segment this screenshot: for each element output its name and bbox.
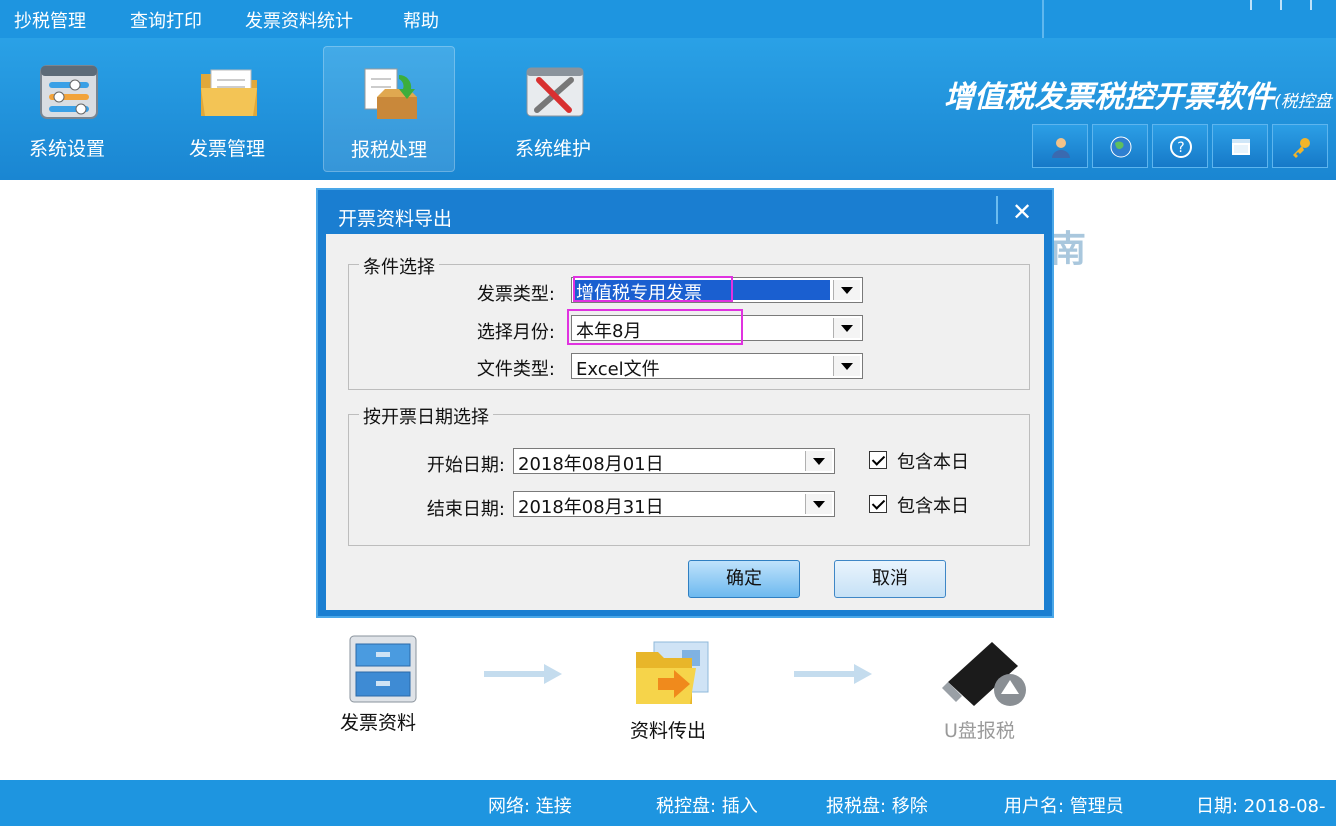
end-date-label: 结束日期:	[426, 499, 505, 520]
usb-drive-icon[interactable]	[940, 638, 1030, 712]
main-toolbar: 系统设置 发票管理 报税处理 系统维护 增值税发票税控开票软件(税控盘 ?	[0, 38, 1336, 180]
status-network: 网络: 连接	[488, 796, 572, 817]
flow-arrow-icon	[484, 664, 562, 684]
toolbar-tax-report[interactable]: 报税处理	[323, 46, 455, 172]
menu-item-help[interactable]: 帮助	[403, 7, 439, 33]
svg-text:?: ?	[1177, 140, 1184, 156]
tools-icon	[526, 67, 584, 117]
chevron-down-icon[interactable]	[805, 451, 832, 471]
cancel-button[interactable]: 取消	[834, 560, 946, 598]
transfer-folder-icon[interactable]	[634, 638, 712, 708]
file-type-label: 文件类型:	[476, 359, 555, 380]
file-type-select[interactable]: Excel文件	[571, 353, 863, 380]
toolbar-invoice-management[interactable]: 发票管理	[162, 46, 292, 170]
chevron-down-icon[interactable]	[833, 280, 860, 300]
end-date-picker[interactable]: 2018年08月31日	[513, 491, 835, 518]
menu-divider	[1042, 0, 1044, 38]
folder-icon	[201, 69, 257, 116]
start-date-picker[interactable]: 2018年08月01日	[513, 448, 835, 475]
window-button[interactable]	[1212, 124, 1268, 168]
month-label: 选择月份:	[476, 322, 555, 343]
tax-report-icon	[364, 68, 417, 119]
menu-item-invoice-stats[interactable]: 发票资料统计	[245, 7, 353, 33]
brand-suffix: (税控盘	[1274, 92, 1332, 112]
status-date: 日期: 2018-08-	[1196, 796, 1326, 817]
network-button[interactable]	[1092, 124, 1148, 168]
file-type-value: Excel文件	[576, 359, 660, 380]
minimize-control[interactable]	[1250, 0, 1252, 10]
flow-step-label-disabled: U盘报税	[944, 720, 1015, 742]
dialog-body: 条件选择 发票类型: 增值税专用发票 选择月份: 本年8月 文件类型: Exce…	[326, 234, 1044, 610]
menu-bar: 抄税管理 查询打印 发票资料统计 帮助	[0, 0, 1336, 38]
menu-item-copy-tax[interactable]: 抄税管理	[14, 7, 86, 33]
dialog-title: 开票资料导出	[338, 208, 453, 230]
start-date-label: 开始日期:	[426, 455, 505, 476]
flow-arrow-icon	[794, 664, 872, 684]
status-report-disk: 报税盘: 移除	[826, 796, 928, 817]
start-include-label: 包含本日	[897, 452, 969, 473]
toolbar-label: 系统维护	[514, 138, 591, 160]
quick-access-bar: ?	[1032, 124, 1336, 168]
end-date-value: 2018年08月31日	[518, 497, 664, 518]
end-include-checkbox[interactable]	[869, 495, 887, 513]
help-button[interactable]: ?	[1152, 124, 1208, 168]
flow-step-label: 发票资料	[340, 712, 417, 734]
status-user: 用户名: 管理员	[1004, 796, 1124, 817]
key-button[interactable]	[1272, 124, 1328, 168]
user-button[interactable]	[1032, 124, 1088, 168]
window-icon	[1232, 139, 1250, 155]
toolbar-label: 报税处理	[350, 139, 427, 161]
condition-group: 条件选择 发票类型: 增值税专用发票 选择月份: 本年8月 文件类型: Exce…	[348, 253, 1030, 390]
end-include-label: 包含本日	[897, 496, 969, 517]
toolbar-system-settings[interactable]: 系统设置	[2, 46, 132, 170]
dialog-title-divider	[996, 196, 998, 224]
globe-icon	[1110, 136, 1132, 158]
window-controls	[1240, 0, 1336, 10]
toolbar-label: 发票管理	[188, 138, 265, 160]
confirm-button[interactable]: 确定	[688, 560, 800, 598]
settings-icon	[40, 65, 98, 119]
chevron-down-icon[interactable]	[805, 494, 832, 514]
invoice-type-label: 发票类型:	[476, 284, 555, 305]
condition-group-title: 条件选择	[359, 253, 439, 279]
flow-step-label: 资料传出	[630, 720, 707, 742]
start-include-checkbox[interactable]	[869, 451, 887, 469]
toolbar-system-maintenance[interactable]: 系统维护	[488, 46, 618, 170]
close-control[interactable]	[1310, 0, 1312, 10]
brand-title: 增值税发票税控开票软件	[944, 80, 1274, 115]
chevron-down-icon[interactable]	[833, 318, 860, 338]
start-date-value: 2018年08月01日	[518, 454, 664, 475]
guide-title: 南	[1050, 229, 1087, 270]
chevron-down-icon[interactable]	[833, 356, 860, 376]
user-icon	[1052, 138, 1070, 158]
date-group: 按开票日期选择 开始日期: 2018年08月01日 包含本日 结束日期: 201…	[348, 403, 1030, 546]
app-brand: 增值税发票税控开票软件(税控盘	[944, 72, 1332, 116]
highlight-frame	[567, 309, 743, 345]
cabinet-icon[interactable]	[346, 632, 420, 704]
key-icon	[1293, 138, 1310, 158]
toolbar-label: 系统设置	[28, 138, 105, 160]
menu-item-query-print[interactable]: 查询打印	[130, 7, 202, 33]
status-tax-disk: 税控盘: 插入	[656, 796, 758, 817]
maximize-control[interactable]	[1280, 0, 1282, 10]
date-group-title: 按开票日期选择	[359, 403, 493, 429]
export-dialog: 开票资料导出 ✕ 条件选择 发票类型: 增值税专用发票 选择月份: 本年8月 文…	[316, 188, 1054, 618]
help-icon: ?	[1170, 136, 1192, 158]
status-bar: 网络: 连接 税控盘: 插入 报税盘: 移除 用户名: 管理员 日期: 2018…	[0, 780, 1336, 826]
highlight-frame	[573, 276, 733, 302]
close-icon[interactable]: ✕	[1012, 198, 1032, 226]
